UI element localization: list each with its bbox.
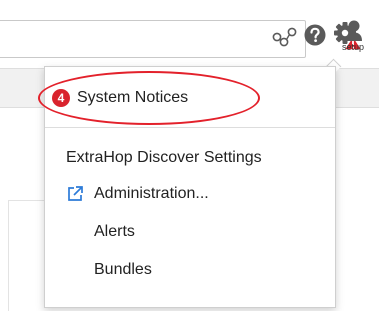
section-title-label: ExtraHop Discover Settings (66, 149, 262, 166)
menu-item-alerts[interactable]: Alerts (94, 217, 135, 247)
administration-label: Administration... (94, 185, 209, 202)
notice-count-badge: 4 (52, 89, 70, 107)
help-icon[interactable] (304, 24, 326, 46)
alerts-label: Alerts (94, 223, 135, 240)
top-toolbar: setup (0, 0, 379, 68)
menu-item-system-notices[interactable]: 4 System Notices (52, 83, 188, 113)
network-icon[interactable] (272, 25, 298, 47)
settings-dropdown-menu: 4 System Notices ExtraHop Discover Setti… (44, 66, 336, 308)
user-icon[interactable] (345, 20, 363, 42)
user-label[interactable]: setup (342, 42, 364, 52)
menu-item-administration[interactable]: Administration... (66, 179, 209, 209)
bundles-label: Bundles (94, 261, 152, 278)
menu-item-bundles[interactable]: Bundles (94, 255, 152, 285)
menu-section-title: ExtraHop Discover Settings (66, 143, 262, 173)
system-notices-label: System Notices (77, 89, 189, 106)
menu-divider (45, 127, 335, 128)
search-input[interactable] (0, 20, 306, 58)
external-link-icon (68, 186, 83, 201)
